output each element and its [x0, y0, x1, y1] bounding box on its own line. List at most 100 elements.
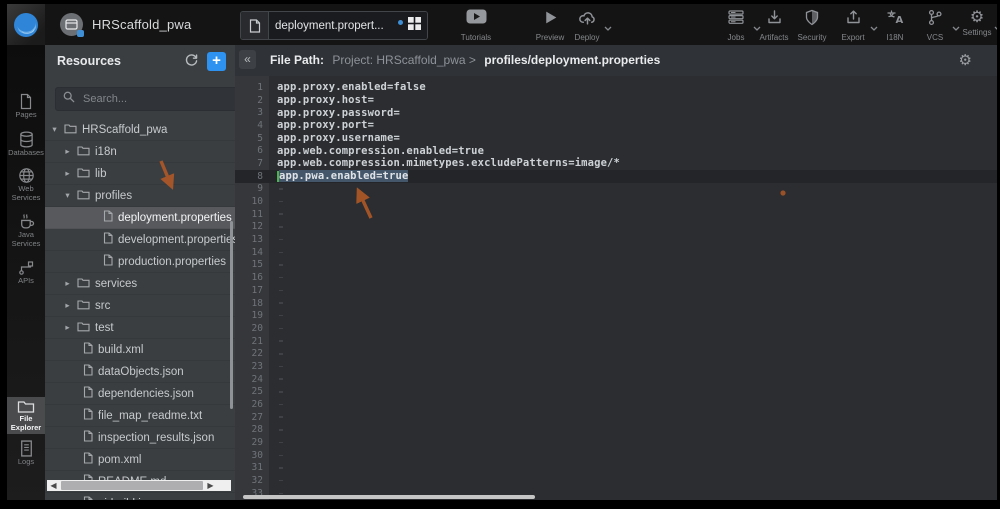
- code-line-25[interactable]: 25: [235, 386, 997, 399]
- caret-down-icon[interactable]: ▾: [50, 124, 59, 135]
- file-icon: [83, 386, 93, 401]
- line-number: 2: [235, 95, 269, 106]
- file-page-icon[interactable]: [241, 12, 269, 39]
- topbar-settings-button[interactable]: ⚙Settings: [954, 9, 997, 37]
- code-line-17[interactable]: 17: [235, 284, 997, 297]
- code-line-9[interactable]: 9: [235, 183, 997, 196]
- code-line-21[interactable]: 21: [235, 335, 997, 348]
- tree-item[interactable]: ▸lib: [45, 163, 235, 185]
- collapse-panel-button[interactable]: «: [239, 50, 256, 69]
- code-line-28[interactable]: 28: [235, 424, 997, 437]
- tree-horizontal-scrollbar[interactable]: ◀ ▶: [47, 480, 231, 491]
- file-icon: [83, 496, 93, 500]
- code-line-32[interactable]: 32: [235, 474, 997, 487]
- refresh-icon[interactable]: [184, 53, 199, 73]
- code-line-2[interactable]: 2app.proxy.host=: [235, 94, 997, 107]
- code-line-31[interactable]: 31: [235, 462, 997, 475]
- caret-down-icon[interactable]: ▾: [63, 190, 72, 201]
- sidebar-item-databases[interactable]: Databases: [7, 129, 45, 160]
- tree-vertical-scrollbar[interactable]: [230, 221, 233, 409]
- code-line-22[interactable]: 22: [235, 347, 997, 360]
- sidebar-item-label: Web Services: [7, 185, 45, 202]
- folder-icon: [77, 277, 90, 291]
- wavemaker-logo[interactable]: [7, 4, 45, 45]
- caret-right-icon[interactable]: ▸: [63, 146, 72, 157]
- tree-item[interactable]: ▾HRScaffold_pwa: [45, 119, 235, 141]
- code-line-8[interactable]: 8app.pwa.enabled=true: [235, 170, 997, 183]
- code-line-4[interactable]: 4app.proxy.port=: [235, 119, 997, 132]
- code-line-18[interactable]: 18: [235, 297, 997, 310]
- tree-item[interactable]: build.xml: [45, 339, 235, 361]
- code-line-7[interactable]: 7app.web.compression.mimetypes.excludePa…: [235, 157, 997, 170]
- file-tab[interactable]: deployment.propert...: [240, 11, 428, 40]
- tree-item[interactable]: production.properties: [45, 251, 235, 273]
- code-line-16[interactable]: 16: [235, 271, 997, 284]
- code-line-19[interactable]: 19: [235, 309, 997, 322]
- topbar-deploy-button[interactable]: Deploy: [564, 9, 610, 42]
- tree-item[interactable]: development.properties: [45, 229, 235, 251]
- code-line-23[interactable]: 23: [235, 360, 997, 373]
- tree-item[interactable]: ▸i18n: [45, 141, 235, 163]
- caret-right-icon[interactable]: ▸: [63, 322, 72, 333]
- code-line-24[interactable]: 24: [235, 373, 997, 386]
- search-box[interactable]: [55, 87, 235, 111]
- tree-item[interactable]: ▾profiles: [45, 185, 235, 207]
- cloudup-icon: [578, 9, 597, 27]
- empty-line-marker: [279, 226, 283, 228]
- code-line-26[interactable]: 26: [235, 398, 997, 411]
- code-line-29[interactable]: 29: [235, 436, 997, 449]
- topbar-security-button[interactable]: Security: [789, 9, 835, 42]
- project-chip[interactable]: HRScaffold_pwa: [60, 4, 191, 45]
- code-line-3[interactable]: 3app.proxy.password=: [235, 106, 997, 119]
- code-line-10[interactable]: 10: [235, 195, 997, 208]
- code-line-30[interactable]: 30: [235, 449, 997, 462]
- code-line-13[interactable]: 13: [235, 233, 997, 246]
- topbar: HRScaffold_pwa deployment.propert... Tut…: [7, 4, 997, 45]
- tree-item[interactable]: inspection_results.json: [45, 427, 235, 449]
- folder-icon: [64, 123, 77, 137]
- editor-horizontal-scrollbar[interactable]: [243, 495, 535, 499]
- code-line-6[interactable]: 6app.web.compression.enabled=true: [235, 144, 997, 157]
- sidebar-item-pages[interactable]: Pages: [7, 91, 45, 122]
- sidebar-item-java-services[interactable]: Java Services: [7, 211, 45, 250]
- sidebar-item-logs[interactable]: Logs: [7, 438, 45, 469]
- sidebar-item-web-services[interactable]: Web Services: [7, 165, 45, 204]
- caret-right-icon[interactable]: ▸: [63, 168, 72, 179]
- empty-line-marker: [279, 264, 283, 266]
- scroll-left-arrow[interactable]: ◀: [47, 480, 60, 491]
- code-line-11[interactable]: 11: [235, 208, 997, 221]
- tree-item[interactable]: ▸services: [45, 273, 235, 295]
- tree-item[interactable]: file_map_readme.txt: [45, 405, 235, 427]
- tree-item[interactable]: ▸src: [45, 295, 235, 317]
- tree-item[interactable]: dataObjects.json: [45, 361, 235, 383]
- tutorials-button[interactable]: Tutorials: [453, 9, 499, 42]
- add-resource-button[interactable]: +: [207, 52, 226, 71]
- tree-item[interactable]: deployment.properties: [45, 207, 235, 229]
- code-line-15[interactable]: 15: [235, 259, 997, 272]
- caret-right-icon[interactable]: ▸: [63, 278, 72, 289]
- sidebar-item-file-explorer[interactable]: File Explorer: [7, 397, 45, 434]
- topbar-export-button[interactable]: Export: [830, 9, 876, 42]
- code-line-27[interactable]: 27: [235, 411, 997, 424]
- tree-item-label: test: [95, 322, 114, 334]
- code-line-1[interactable]: 1app.proxy.enabled=false: [235, 81, 997, 94]
- code-line-12[interactable]: 12: [235, 221, 997, 234]
- tree-item[interactable]: ▸ test: [45, 317, 235, 339]
- code-editor[interactable]: 1app.proxy.enabled=false2app.proxy.host=…: [235, 76, 997, 500]
- code-line-5[interactable]: 5app.proxy.username=: [235, 132, 997, 145]
- editor-settings-gear-icon[interactable]: ⚙: [959, 51, 972, 69]
- unsaved-dot: [398, 20, 403, 25]
- tree-item-label: pom.xml: [98, 454, 141, 466]
- tab-switcher-grid-icon[interactable]: [408, 17, 421, 35]
- topbar-vcs-button[interactable]: VCS: [912, 9, 958, 42]
- search-input[interactable]: [81, 92, 205, 106]
- sidebar-item-apis[interactable]: APIs: [7, 258, 45, 288]
- scroll-thumb[interactable]: [61, 481, 203, 490]
- tree-item[interactable]: dependencies.json: [45, 383, 235, 405]
- tree-item[interactable]: pom.xml: [45, 449, 235, 471]
- scroll-right-arrow[interactable]: ▶: [204, 480, 217, 491]
- code-line-14[interactable]: 14: [235, 246, 997, 259]
- caret-right-icon[interactable]: ▸: [63, 300, 72, 311]
- code-line-20[interactable]: 20: [235, 322, 997, 335]
- tree-item[interactable]: ui-build.js: [45, 493, 235, 500]
